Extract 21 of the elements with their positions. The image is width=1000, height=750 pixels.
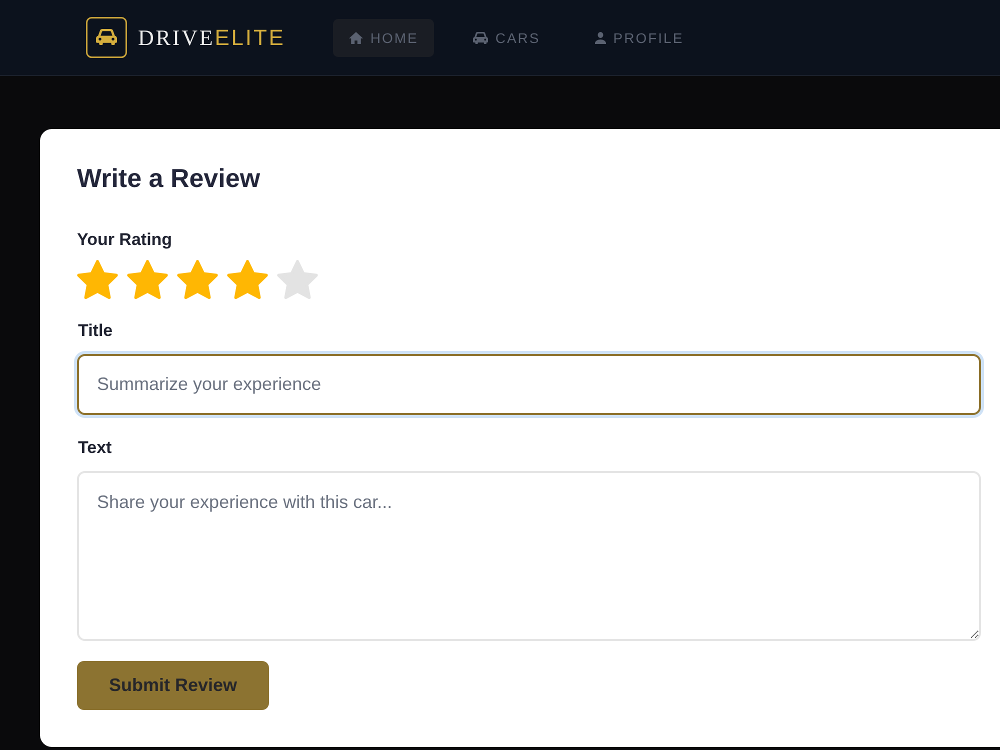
brand-name: DRIVE: [138, 26, 215, 48]
textarea-field[interactable]: Share your experience with this car...: [77, 471, 981, 641]
rating-label: Your Rating: [77, 230, 174, 250]
field-label: Text: [78, 438, 113, 458]
text-input-field[interactable]: Summarize your experience: [77, 354, 981, 415]
car-logo-icon: [86, 17, 127, 58]
home-icon: [349, 32, 364, 44]
nav-tab[interactable]: CARS: [457, 18, 556, 56]
submit-button[interactable]: Submit Review: [77, 661, 270, 710]
nav-tab[interactable]: HOME: [333, 18, 434, 56]
brand-name-accent: ELITE: [214, 26, 286, 48]
star-icon[interactable]: [277, 260, 318, 299]
form-title: Write a Review: [77, 163, 262, 194]
star-icon[interactable]: [227, 260, 268, 299]
star-icon[interactable]: [177, 260, 218, 299]
star-icon[interactable]: [77, 260, 118, 299]
person-icon: [595, 32, 606, 44]
nav-tab[interactable]: PROFILE: [579, 18, 700, 56]
car-icon: [473, 32, 488, 44]
field-label: Title: [78, 321, 114, 341]
star-icon[interactable]: [127, 260, 168, 299]
